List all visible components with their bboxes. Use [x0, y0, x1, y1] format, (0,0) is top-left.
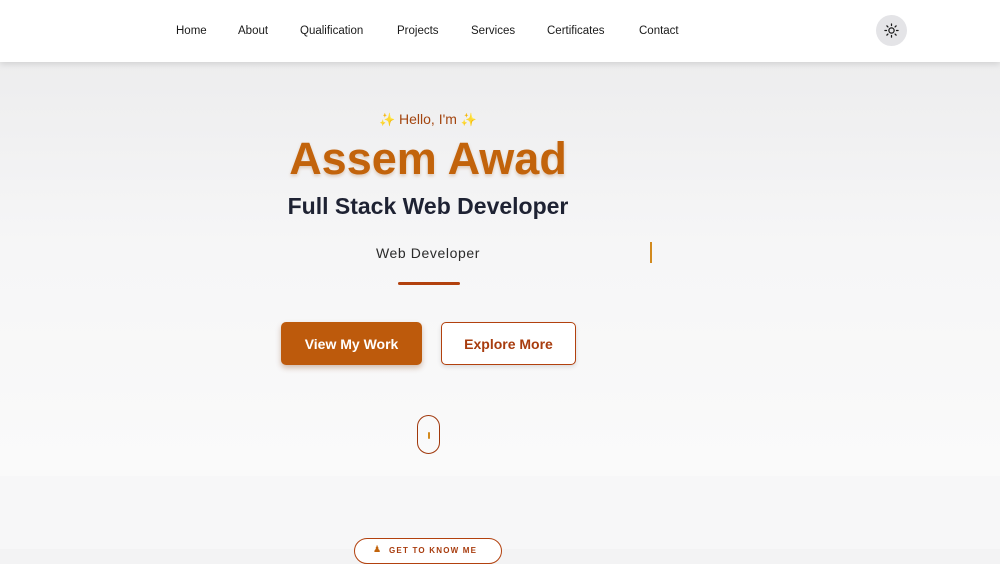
- typing-cursor: [650, 242, 652, 263]
- badge-label: GET TO KNOW ME: [389, 546, 478, 555]
- hero-divider: [398, 282, 460, 285]
- nav-link-projects[interactable]: Projects: [397, 24, 439, 38]
- hero-role: Full Stack Web Developer: [287, 193, 569, 219]
- about-section: [0, 476, 1000, 549]
- explore-more-button[interactable]: Explore More: [441, 322, 576, 365]
- nav-link-qualification[interactable]: Qualification: [300, 24, 363, 38]
- section-badge: ♟ GET TO KNOW ME: [354, 538, 502, 564]
- hero-name: Assem Awad: [289, 133, 567, 184]
- sparkle-icon: ✨: [460, 112, 478, 127]
- nav-links: Home About Qualification Projects Servic…: [0, 0, 1000, 62]
- nav-link-certificates[interactable]: Certificates: [547, 24, 605, 38]
- sun-icon: [884, 23, 899, 38]
- nav-link-about[interactable]: About: [238, 24, 268, 38]
- hero-greeting: ✨ Hello, I'm ✨: [278, 110, 578, 129]
- sparkle-icon: ✨: [378, 112, 396, 127]
- person-icon: ♟: [373, 544, 383, 554]
- nav-link-services[interactable]: Services: [471, 24, 515, 38]
- scroll-wheel: [427, 432, 430, 439]
- nav-link-home[interactable]: Home: [176, 24, 207, 38]
- nav-link-contact[interactable]: Contact: [639, 24, 679, 38]
- view-my-work-button[interactable]: View My Work: [281, 322, 422, 365]
- mouse-scroll-icon[interactable]: [417, 415, 440, 454]
- navbar: Home About Qualification Projects Servic…: [0, 0, 1000, 62]
- greeting-text: Hello, I'm: [399, 111, 457, 127]
- typed-text: Web Developer: [375, 245, 481, 261]
- theme-toggle-button[interactable]: [876, 15, 907, 46]
